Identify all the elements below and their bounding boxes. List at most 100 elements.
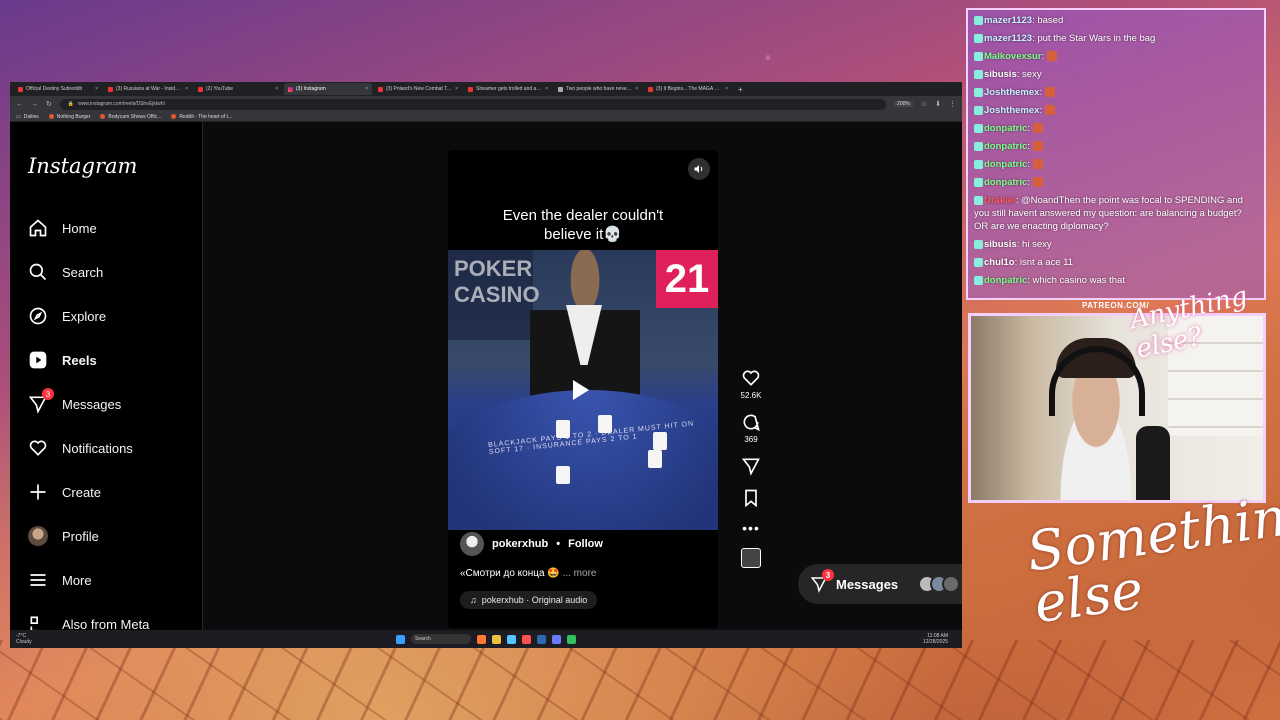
instagram-sidebar: Instagram Home Search Explore Reels 3 Me… (10, 122, 203, 648)
tab-3[interactable]: (3) Instagram × (284, 83, 372, 95)
bookmarks-bar: ▭ Dailies Nothing Burger Bodycam Shows Of… (10, 112, 962, 122)
tab-0[interactable]: Official Destiny Subreddit × (14, 83, 102, 95)
app-icon[interactable] (552, 634, 561, 644)
options-button[interactable]: ••• (742, 520, 760, 536)
bookmark-bodycam[interactable]: Bodycam Shows Offic... (100, 114, 161, 120)
windows-start-icon[interactable] (396, 634, 405, 644)
audio-thumbnail[interactable] (741, 548, 761, 568)
bookmark-reddit[interactable]: Reddit - The heart of t... (171, 114, 232, 120)
chat-message: sibusis: hi sexy (974, 238, 1258, 251)
close-icon[interactable]: × (185, 86, 188, 92)
save-button[interactable] (741, 488, 761, 508)
taskbar-clock[interactable]: 11:08 AM 12/28/2025 (923, 633, 948, 645)
close-icon[interactable]: × (275, 86, 278, 92)
nav-notifications[interactable]: Notifications (28, 438, 133, 458)
chat-username[interactable]: donpatric (984, 141, 1027, 152)
app-icon[interactable] (477, 634, 486, 644)
nav-home[interactable]: Home (28, 218, 97, 238)
chat-text: isnt a ace 11 (1019, 257, 1074, 268)
follow-button[interactable]: Follow (568, 538, 603, 550)
bookmark-dailies[interactable]: ▭ Dailies (16, 114, 39, 120)
chat-username[interactable]: mazer1123 (984, 33, 1032, 44)
microphone (1136, 426, 1170, 500)
heart-icon (742, 370, 760, 386)
nav-reels[interactable]: Reels (28, 350, 97, 370)
chat-username[interactable]: Joshthemex (984, 87, 1039, 98)
comment-icon (743, 414, 760, 432)
bookmark-favicon (100, 114, 106, 119)
play-icon[interactable] (573, 380, 589, 400)
close-icon[interactable]: × (725, 86, 728, 92)
tab-bar: Official Destiny Subreddit × (3) Russians… (10, 82, 962, 96)
weather-widget[interactable]: -7°C Cloudy (16, 633, 32, 645)
comment-button[interactable]: 369 (741, 412, 761, 444)
volume-button[interactable] (688, 158, 710, 180)
nav-create[interactable]: Create (28, 482, 101, 502)
url-input[interactable]: 🔒 www.instagram.com/reels/DShoEjktwh/ (59, 98, 887, 110)
chat-badge-icon (974, 275, 983, 285)
tab-6[interactable]: Two people who have never be... × (554, 83, 642, 95)
chat-username[interactable]: donpatric (984, 123, 1027, 134)
tab-5[interactable]: Streamer gets trolled and acci... × (464, 83, 552, 95)
author-avatar[interactable] (460, 532, 484, 556)
nav-profile[interactable]: Profile (28, 526, 99, 546)
tab-4[interactable]: (3) Poland's New Combat Tank... × (374, 83, 462, 95)
bookmark-nothing-burger[interactable]: Nothing Burger (48, 114, 90, 120)
back-icon[interactable]: ← (16, 101, 23, 108)
tab-1[interactable]: (3) Russians at War - Inside a Ru...× (104, 83, 192, 95)
chat-username[interactable]: donpatric (984, 275, 1027, 286)
more-link[interactable]: ... more (563, 568, 597, 579)
nav-explore[interactable]: Explore (28, 306, 106, 326)
stream-chat: mazer1123: based mazer1123: put the Star … (966, 8, 1266, 300)
nav-search[interactable]: Search (28, 262, 103, 282)
reel-player[interactable]: Even the dealer couldn't believe it💀 POK… (448, 150, 718, 628)
youtube-icon (198, 86, 203, 92)
app-icon[interactable] (492, 634, 501, 644)
author-name[interactable]: pokerxhub (492, 538, 548, 550)
chat-username[interactable]: donpatric (984, 177, 1027, 188)
close-icon[interactable]: × (365, 86, 368, 92)
nav-more[interactable]: More (28, 570, 92, 590)
app-icon[interactable] (522, 634, 531, 644)
music-note-icon: ♫ (470, 595, 477, 605)
menu-icon[interactable]: ⋮ (949, 100, 956, 108)
plus-icon (28, 482, 48, 502)
forward-icon[interactable]: → (31, 101, 38, 108)
reddit-icon (18, 86, 23, 92)
close-icon[interactable]: × (455, 86, 458, 92)
app-icon[interactable] (537, 634, 546, 644)
chat-username[interactable]: Joshthemex (984, 105, 1039, 116)
close-icon[interactable]: × (545, 86, 548, 92)
chat-username[interactable]: chul1o (984, 257, 1015, 268)
chat-username[interactable]: Drakiel (984, 195, 1016, 206)
like-button[interactable]: 52.6K (741, 368, 761, 400)
chat-username[interactable]: sibusis (984, 69, 1017, 80)
new-tab-button[interactable]: + (734, 85, 747, 94)
tab-2[interactable]: (2) YouTube × (194, 83, 282, 95)
nav-messages[interactable]: 3 Messages (28, 388, 121, 414)
tab-7[interactable]: (3) It Begins... The MAGA Civil W...× (644, 83, 732, 95)
audio-chip[interactable]: ♫ pokerxhub · Original audio (460, 591, 598, 609)
app-icon[interactable] (567, 634, 576, 644)
taskbar-search[interactable]: Search (411, 634, 471, 644)
chat-username[interactable]: sibusis (984, 239, 1017, 250)
chat-message: Malkovexsur: (974, 50, 1258, 63)
star-icon[interactable]: ☆ (921, 100, 927, 108)
reel-video[interactable]: POKER CASINO 21 BLACKJACK PAYS 3 TO 2 · … (448, 250, 718, 530)
download-icon[interactable]: ⬇ (935, 100, 941, 108)
chat-username[interactable]: donpatric (984, 159, 1027, 170)
chat-badge-icon (974, 257, 983, 267)
close-icon[interactable]: × (95, 86, 98, 92)
instagram-logo[interactable]: Instagram (28, 154, 137, 178)
chat-username[interactable]: mazer1123 (984, 15, 1032, 26)
chat-username[interactable]: Malkovexsur (984, 51, 1042, 62)
zoom-indicator[interactable]: 200% (894, 101, 913, 107)
messages-pill[interactable]: 3 Messages (798, 564, 962, 604)
reload-icon[interactable]: ↻ (46, 100, 52, 108)
close-icon[interactable]: × (635, 86, 638, 92)
app-icon[interactable] (507, 634, 516, 644)
comment-count: 369 (744, 435, 758, 444)
share-button[interactable] (741, 456, 761, 476)
emote-icon (1032, 123, 1043, 134)
bookmark-icon (745, 489, 757, 508)
